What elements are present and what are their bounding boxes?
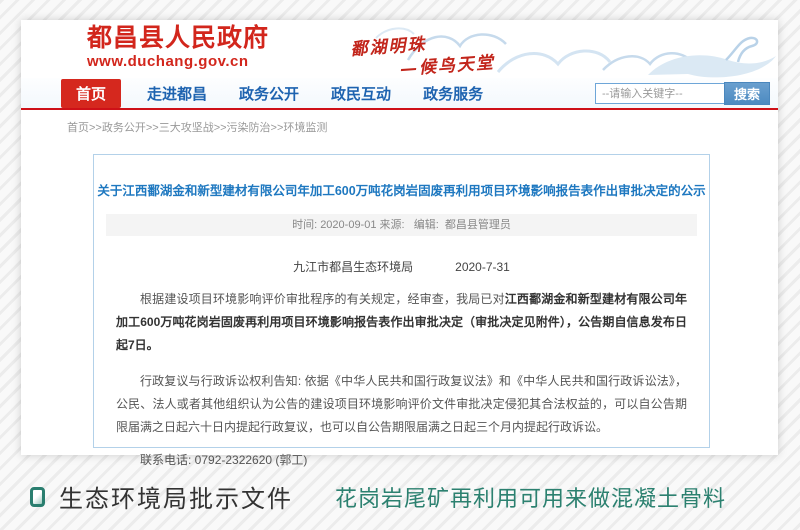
- site-slogan: 鄱湖明珠 —候鸟天堂: [350, 25, 496, 78]
- nav-item-services[interactable]: 政务服务: [423, 83, 483, 104]
- paragraph-rights: 行政复议与行政诉讼权利告知: 依据《中华人民共和国行政复议法》和《中华人民共和国…: [116, 370, 687, 439]
- article-title: 关于江西鄱湖金和新型建材有限公司年加工600万吨花岗岩固废再利用项目环境影响报告…: [94, 180, 709, 199]
- site-logo[interactable]: 都昌县人民政府 www.duchang.gov.cn: [87, 25, 269, 70]
- page-background: 都昌县人民政府 www.duchang.gov.cn 鄱湖明珠 —候鸟天堂 首页…: [0, 0, 800, 530]
- nav-item-about[interactable]: 走进都昌: [147, 83, 207, 104]
- caption-title: 生态环境局批示文件: [59, 479, 293, 514]
- search-button[interactable]: 搜索: [724, 82, 770, 105]
- search-box: 搜索: [595, 82, 770, 105]
- main-nav: 首页 走进都昌 政务公开 政民互动 政务服务 搜索: [21, 78, 778, 108]
- site-url: www.duchang.gov.cn: [87, 53, 269, 70]
- issuer-line: 九江市都昌生态环境局 2020-7-31: [116, 258, 687, 275]
- masthead: 都昌县人民政府 www.duchang.gov.cn 鄱湖明珠 —候鸟天堂: [21, 20, 778, 78]
- issuer-name: 九江市都昌生态环境局: [293, 260, 413, 274]
- search-input[interactable]: [595, 83, 725, 104]
- nav-item-home[interactable]: 首页: [61, 79, 121, 108]
- bottom-caption: 生态环境局批示文件 花岗岩尾矿再利用可用来做混凝土骨料: [30, 479, 726, 514]
- document-icon: [30, 487, 45, 507]
- paragraph-decision: 根据建设项目环境影响评价审批程序的有关规定，经审查，我局已对江西鄱湖金和新型建材…: [116, 288, 687, 357]
- site-name: 都昌县人民政府: [87, 25, 269, 53]
- caption-subtitle: 花岗岩尾矿再利用可用来做混凝土骨料: [335, 481, 726, 513]
- contact-phone: 联系电话: 0792-2322620 (郭工): [116, 451, 687, 468]
- site-page: 都昌县人民政府 www.duchang.gov.cn 鄱湖明珠 —候鸟天堂 首页…: [21, 20, 778, 455]
- article-meta: 时间: 2020-09-01 来源: 编辑: 都昌县管理员: [106, 214, 697, 236]
- nav-item-gov-disclosure[interactable]: 政务公开: [239, 83, 299, 104]
- article-panel: 关于江西鄱湖金和新型建材有限公司年加工600万吨花岗岩固废再利用项目环境影响报告…: [93, 154, 710, 448]
- paragraph-decision-lead: 根据建设项目环境影响评价审批程序的有关规定，经审查，我局已对: [140, 292, 505, 306]
- nav-item-interaction[interactable]: 政民互动: [331, 83, 391, 104]
- breadcrumb[interactable]: 首页>>政务公开>>三大攻坚战>>污染防治>>环境监测: [21, 110, 778, 135]
- article-body: 九江市都昌生态环境局 2020-7-31 根据建设项目环境影响评价审批程序的有关规…: [94, 258, 709, 468]
- issue-date: 2020-7-31: [455, 260, 510, 274]
